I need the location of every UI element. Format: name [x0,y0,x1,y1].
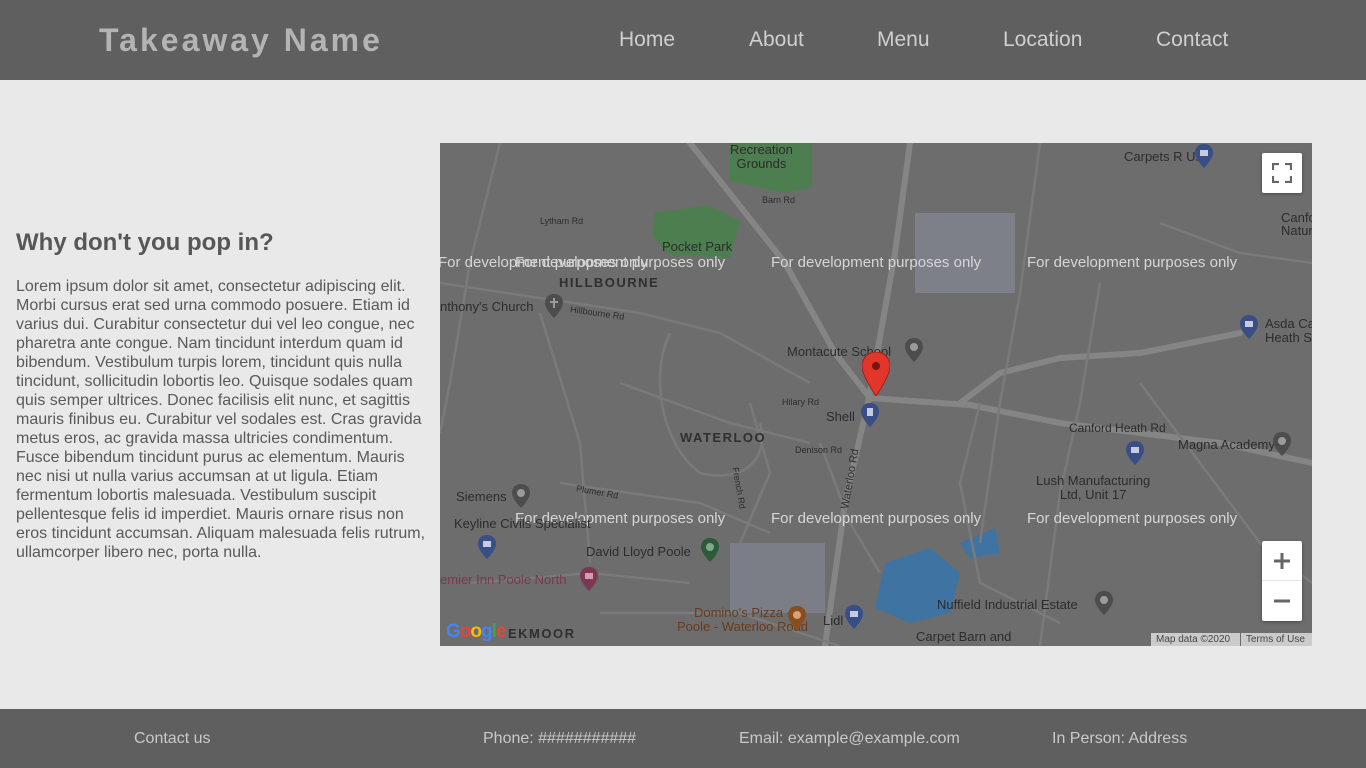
poi-siemens[interactable]: Siemens [456,489,507,504]
poi-premier-inn[interactable]: emier Inn Poole North [440,572,566,587]
poi-asda[interactable]: Asda Ca Heath S [1265,317,1312,345]
dev-watermark: For development purposes only [1027,254,1238,271]
area-creekmoor: EKMOOR [508,626,576,641]
shop-pin-icon[interactable] [1126,441,1144,465]
street-barn-rd: Barn Rd [762,195,796,205]
poi-pin-icon[interactable] [512,484,530,508]
poi-carpet-barn[interactable]: Carpet Barn and [916,629,1011,644]
area-hillbourne: HILLBOURNE [559,275,660,290]
poi-lush[interactable]: Lush Manufacturing Ltd, Unit 17 [1036,474,1150,502]
nav-home[interactable]: Home [619,28,675,52]
section-text: Lorem ipsum dolor sit amet, consectetur … [16,278,426,561]
shop-pin-icon[interactable] [845,605,863,629]
embedded-map[interactable]: For development purposes only For develo… [440,143,1312,646]
poi-church[interactable]: nthony's Church [440,299,534,314]
site-footer: Contact us Phone: ########### Email: exa… [0,709,1366,768]
section-title: Why don't you pop in? [16,229,274,256]
school-pin-icon[interactable] [1273,432,1291,456]
google-logo[interactable]: Google [446,621,506,643]
dev-watermark: For development purposes only [771,254,982,271]
school-pin-icon[interactable] [905,338,923,362]
dev-watermark: For development purposes only [771,510,982,527]
zoom-controls [1262,541,1302,621]
footer-email[interactable]: Email: example@example.com [739,730,960,748]
poi-canford-nature[interactable]: Canford Nature [1281,211,1312,237]
area-waterloo: WATERLOO [680,430,767,445]
location-marker-icon[interactable] [862,352,890,396]
zoom-out-button[interactable] [1262,581,1302,621]
zoom-out-icon [1274,599,1290,603]
site-header: Takeaway Name Home About Menu Location C… [0,0,1366,80]
brand-logo[interactable]: Takeaway Name [99,22,383,59]
shop-pin-icon[interactable] [1240,315,1258,339]
poi-nuffield[interactable]: Nuffield Industrial Estate [937,597,1078,612]
poi-pocket-park[interactable]: Pocket Park [662,239,732,254]
street-denison-rd: Denison Rd [795,445,843,455]
nav-about[interactable]: About [749,28,804,52]
poi-keyline[interactable]: Keyline Civils Specialist [454,516,591,531]
poi-recreation-grounds[interactable]: Recreation Grounds [730,143,793,171]
shop-pin-icon[interactable] [478,535,496,559]
zoom-in-button[interactable] [1262,541,1302,581]
terms-of-use-link[interactable]: Terms of Use [1241,633,1312,646]
fullscreen-button[interactable] [1262,153,1302,193]
poi-magna-academy[interactable]: Magna Academy [1178,437,1275,452]
hotel-pin-icon[interactable] [580,567,598,591]
poi-shell[interactable]: Shell [826,409,855,424]
restaurant-pin-icon[interactable] [788,606,806,630]
nav-location[interactable]: Location [1003,28,1082,52]
footer-address: In Person: Address [1052,730,1188,747]
zoom-in-icon [1274,552,1290,569]
dev-watermark: For development purposes only [515,254,726,271]
fuel-pin-icon[interactable] [861,403,879,427]
poi-david-lloyd[interactable]: David Lloyd Poole [586,544,691,559]
dev-watermark: For development purposes only [1027,510,1238,527]
shop-pin-icon[interactable] [1195,144,1213,168]
footer-contact-link[interactable]: Contact us [134,730,210,748]
map-attribution: Map data ©2020 [1151,633,1240,646]
poi-pin-icon[interactable] [1095,591,1113,615]
street-lytham-rd: Lytham Rd [540,216,584,226]
nav-menu[interactable]: Menu [877,28,930,52]
street-canford-heath-rd: Canford Heath Rd [1069,421,1166,435]
poi-lidl[interactable]: Lidl [823,613,843,628]
nav-contact[interactable]: Contact [1156,28,1228,52]
church-pin-icon[interactable] [545,294,563,318]
footer-phone: Phone: ########### [483,730,637,747]
fullscreen-icon [1272,163,1292,183]
gym-pin-icon[interactable] [701,538,719,562]
poi-carpets-r-us[interactable]: Carpets R Us [1124,149,1202,164]
street-hilary-rd: Hilary Rd [782,397,820,407]
